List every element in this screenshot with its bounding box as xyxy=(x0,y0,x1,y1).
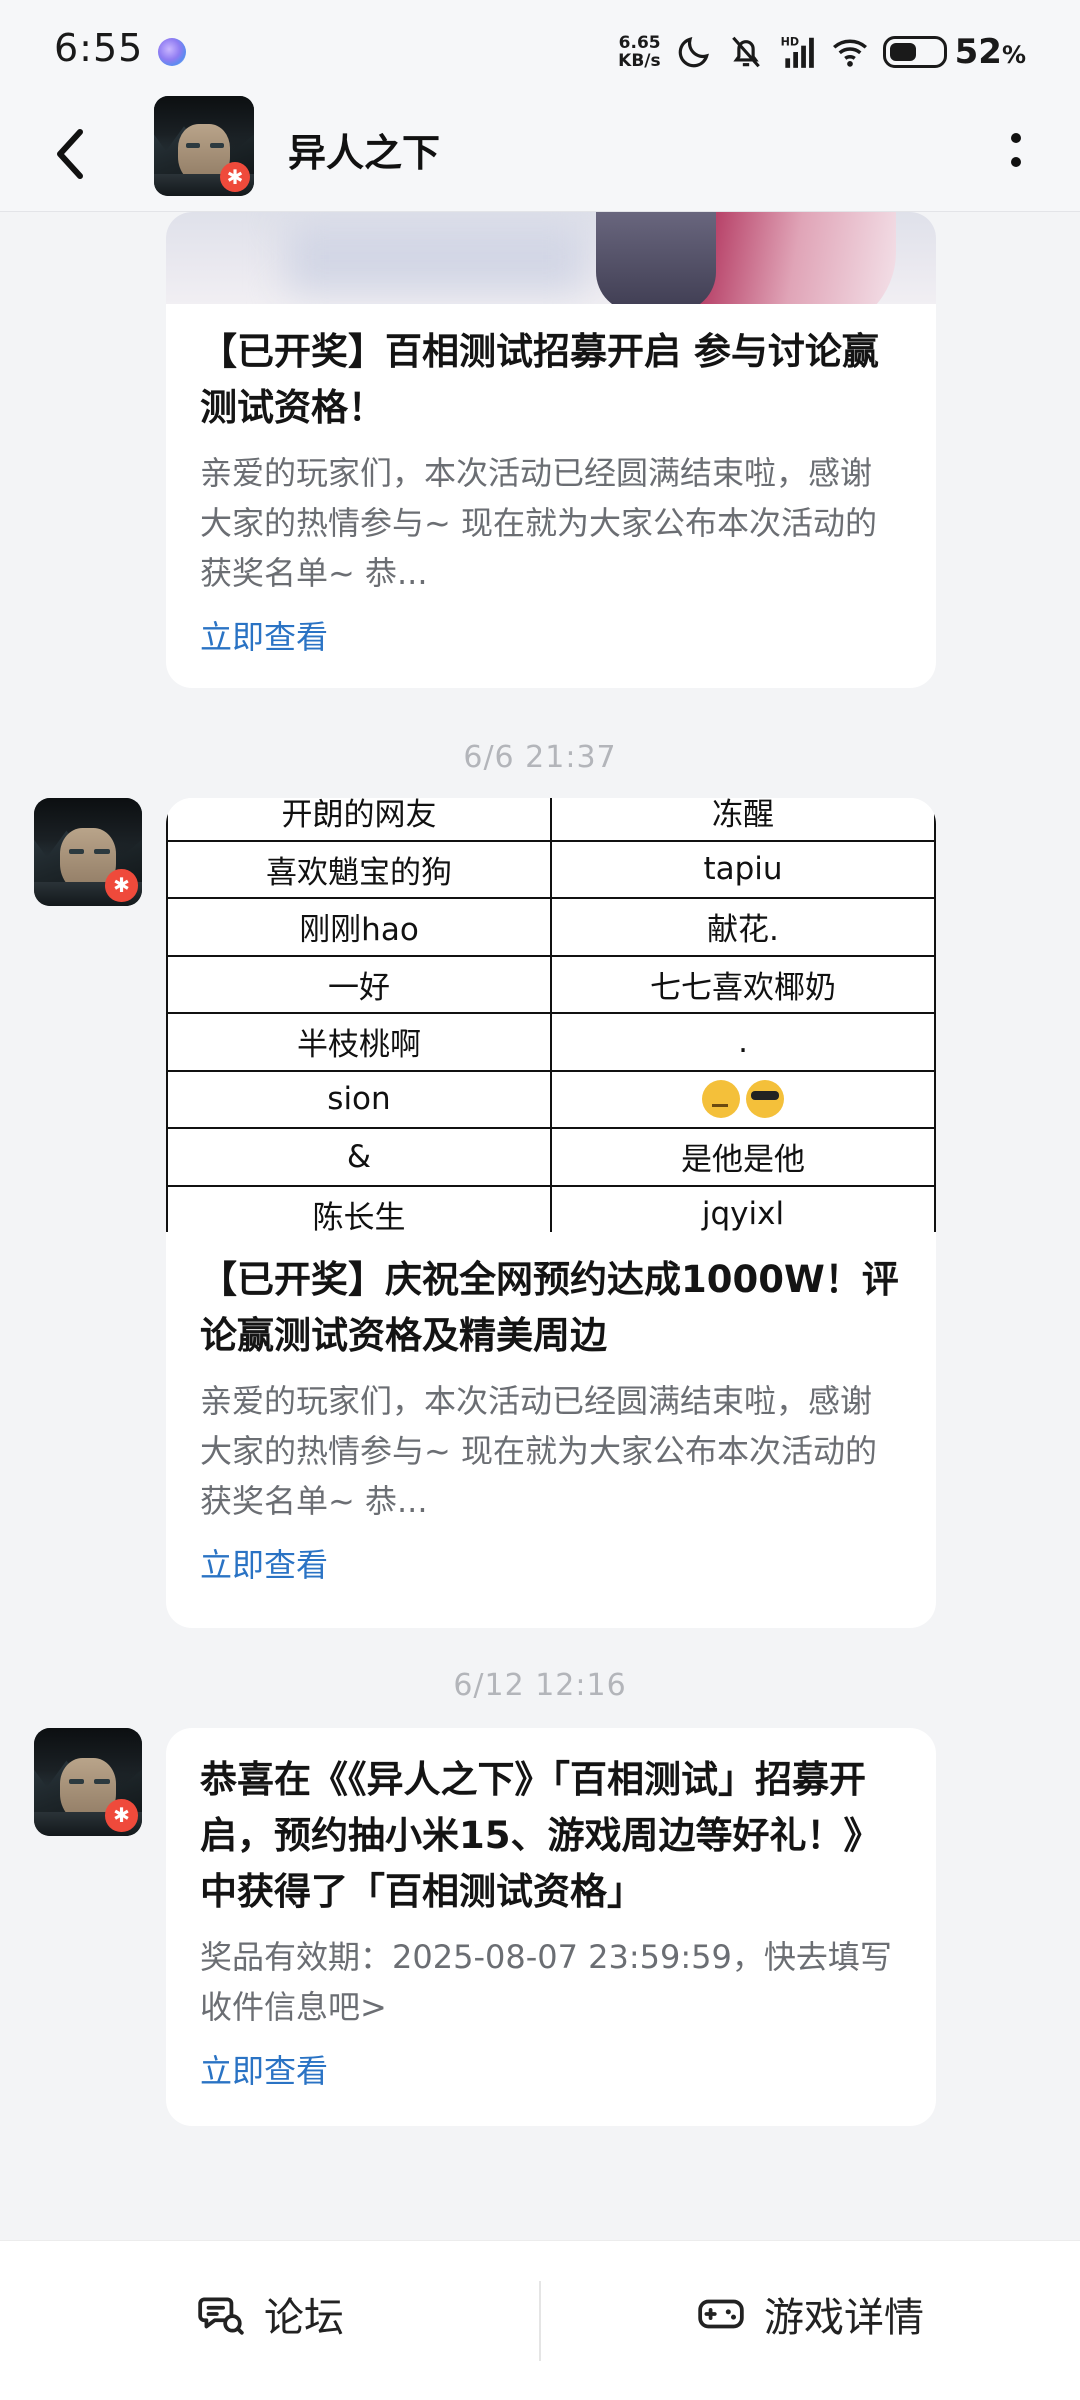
card-description: 奖品有效期：2025-08-07 23:59:59，快去填写收件信息吧> xyxy=(200,1938,892,2026)
tab-forum-label: 论坛 xyxy=(264,2294,344,2341)
table-cell: 刚刚hao xyxy=(166,899,550,955)
view-now-link[interactable]: 立即查看 xyxy=(200,2046,328,2092)
table-cell: 喜欢魈宝的狗 xyxy=(166,841,550,897)
net-speed-value: 6.65 xyxy=(618,33,661,53)
timestamp: 6/6 21:37 xyxy=(463,740,617,775)
view-now-link[interactable]: 立即查看 xyxy=(200,1540,328,1586)
timestamp: 6/12 12:16 xyxy=(453,1668,627,1703)
battery-icon xyxy=(882,36,947,68)
card-cover-image xyxy=(166,212,936,304)
status-time: 6:55 xyxy=(54,26,144,70)
battery-percent-sign: % xyxy=(1001,41,1026,69)
table-cell: sion xyxy=(166,1071,550,1127)
table-cell: 献花. xyxy=(550,899,936,955)
table-row: sion xyxy=(166,1071,936,1129)
table-row: 刚刚hao 献花. xyxy=(166,899,936,957)
sender-avatar[interactable]: ✱ xyxy=(34,798,142,906)
table-cell: 冻醒 xyxy=(550,798,936,840)
sunglasses-emoji-icon xyxy=(746,1080,784,1119)
table-cell: 七七喜欢椰奶 xyxy=(550,956,936,1012)
message-card[interactable]: 恭喜在《《异人之下》「百相测试」招募开启，预约抽小米15、游戏周边等好礼！》中获… xyxy=(166,1728,936,2126)
net-speed: 6.65 KB/s xyxy=(618,34,660,70)
gamepad-icon xyxy=(698,2299,744,2328)
back-button[interactable] xyxy=(50,116,110,192)
tab-forum[interactable]: 论坛 xyxy=(0,2241,540,2400)
wifi-icon xyxy=(832,39,867,67)
winners-table-image: 开朗的网友 冻醒 喜欢魈宝的狗 tapiu 刚刚hao 献花. 一好 七七喜欢椰… xyxy=(166,798,936,1232)
message-feed[interactable]: 【已开奖】百相测试招募开启 参与讨论赢测试资格！ 亲爱的玩家们，本次活动已经圆满… xyxy=(0,212,1080,2240)
status-icons: 6.65 KB/s HD 52% xyxy=(618,28,1026,76)
more-options-button[interactable] xyxy=(986,120,1046,180)
bell-off-icon xyxy=(731,36,760,68)
table-cell: jqyixl xyxy=(550,1186,936,1232)
tab-game-details-label: 游戏详情 xyxy=(764,2294,924,2341)
card-description: 亲爱的玩家们，本次活动已经圆满结束啦，感谢大家的热情参与~ 现在就为大家公布本次… xyxy=(200,454,877,592)
back-arrow-icon xyxy=(57,129,83,179)
tab-divider xyxy=(539,2281,541,2361)
table-cell: 一好 xyxy=(166,956,550,1012)
forum-chat-icon xyxy=(198,2297,244,2335)
tab-game-details[interactable]: 游戏详情 xyxy=(540,2241,1080,2400)
table-cell-emoji xyxy=(550,1071,936,1127)
neutral-face-emoji-icon xyxy=(702,1080,740,1119)
battery-percent: 52 xyxy=(954,32,1002,72)
game-avatar[interactable]: ✱ xyxy=(154,96,254,196)
net-speed-unit: KB/s xyxy=(618,51,661,71)
table-cell: 半枝桃啊 xyxy=(166,1014,550,1070)
svg-text:HD: HD xyxy=(780,36,798,49)
table-cell: & xyxy=(166,1129,550,1185)
card-title: 恭喜在《《异人之下》「百相测试」招募开启，预约抽小米15、游戏周边等好礼！》中获… xyxy=(200,1758,881,1913)
assistant-app-icon xyxy=(158,38,186,66)
status-bar: 6:55 6.65 KB/s HD 52% xyxy=(0,0,1080,96)
chat-header: ✱ 异人之下 xyxy=(0,96,1080,212)
table-row: 半枝桃啊 . xyxy=(166,1014,936,1072)
hd-signal-icon: HD xyxy=(780,36,814,68)
card-title: 【已开奖】百相测试招募开启 参与讨论赢测试资格！ xyxy=(200,330,879,429)
card-description: 亲爱的玩家们，本次活动已经圆满结束啦，感谢大家的热情参与~ 现在就为大家公布本次… xyxy=(200,1382,877,1520)
table-cell: tapiu xyxy=(550,841,936,897)
card-title: 【已开奖】庆祝全网预约达成1000W！评论赢测试资格及精美周边 xyxy=(200,1258,899,1357)
table-row: 喜欢魈宝的狗 tapiu xyxy=(166,841,936,899)
page-title: 异人之下 xyxy=(288,131,441,175)
battery-indicator: 52% xyxy=(882,32,1026,72)
view-now-link[interactable]: 立即查看 xyxy=(200,612,328,658)
table-cell: 开朗的网友 xyxy=(166,798,550,840)
table-row: 一好 七七喜欢椰奶 xyxy=(166,956,936,1014)
table-row: 陈长生 jqyixl xyxy=(166,1186,936,1232)
moon-icon xyxy=(678,37,709,68)
bottom-tab-bar: 论坛 游戏详情 xyxy=(0,2240,1080,2400)
table-cell: 是他是他 xyxy=(550,1129,936,1185)
more-vertical-icon xyxy=(1011,133,1021,143)
table-cell: 陈长生 xyxy=(166,1186,550,1232)
table-row: 开朗的网友 冻醒 xyxy=(166,798,936,842)
message-card[interactable]: 【已开奖】百相测试招募开启 参与讨论赢测试资格！ 亲爱的玩家们，本次活动已经圆满… xyxy=(166,212,936,688)
message-card[interactable]: 开朗的网友 冻醒 喜欢魈宝的狗 tapiu 刚刚hao 献花. 一好 七七喜欢椰… xyxy=(166,798,936,1628)
table-cell: . xyxy=(550,1014,936,1070)
table-row: & 是他是他 xyxy=(166,1129,936,1187)
sender-avatar[interactable]: ✱ xyxy=(34,1728,142,1836)
